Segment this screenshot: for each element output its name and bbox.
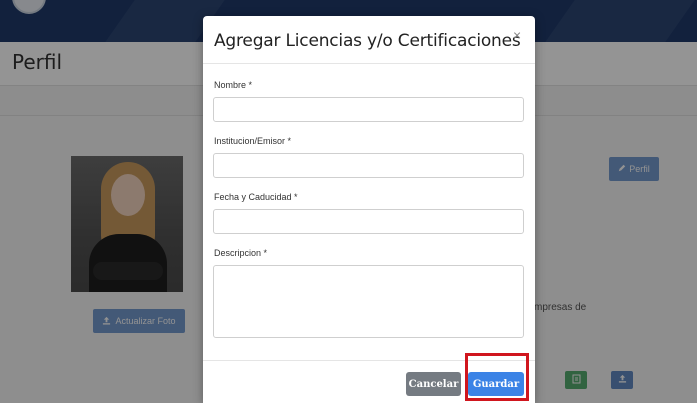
modal-title: Agregar Licencias y/o Certificaciones <box>214 31 521 51</box>
institucion-input[interactable] <box>213 153 524 178</box>
save-button-highlight <box>465 353 529 401</box>
nombre-label: Nombre * <box>214 80 253 90</box>
close-icon[interactable]: × <box>513 27 521 43</box>
descripcion-label: Descripcion * <box>214 248 268 258</box>
institucion-label: Institucion/Emisor * <box>214 136 292 146</box>
add-license-modal: Agregar Licencias y/o Certificaciones × … <box>203 16 535 403</box>
fecha-label: Fecha y Caducidad * <box>214 192 298 202</box>
fecha-input[interactable] <box>213 209 524 234</box>
modal-header: Agregar Licencias y/o Certificaciones × <box>203 16 535 64</box>
descripcion-textarea[interactable] <box>213 265 524 338</box>
nombre-input[interactable] <box>213 97 524 122</box>
cancel-button[interactable]: Cancelar <box>406 372 461 396</box>
